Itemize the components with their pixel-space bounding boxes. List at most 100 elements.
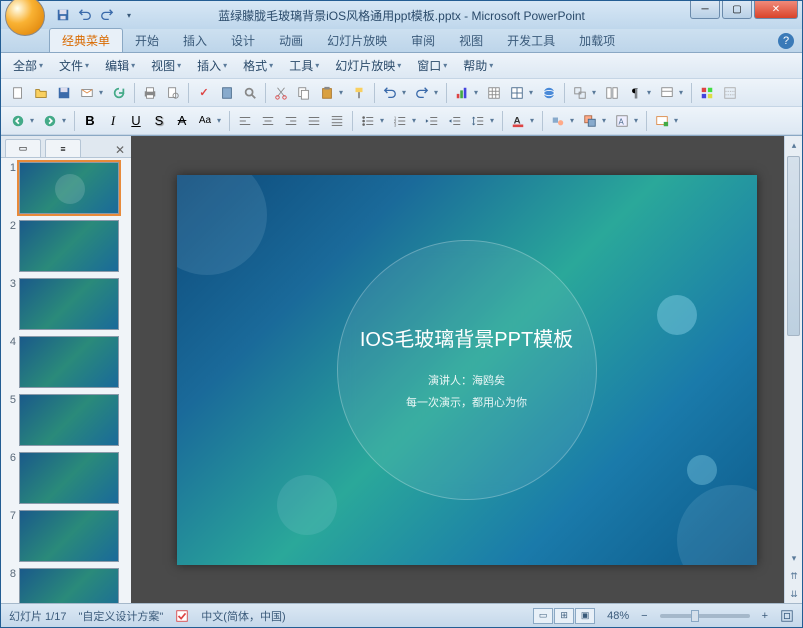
redo-icon[interactable]	[411, 82, 433, 104]
minimize-button[interactable]: ─	[690, 1, 720, 19]
slide-counter[interactable]: 幻灯片 1/17	[9, 608, 66, 624]
shapes-icon[interactable]	[547, 110, 569, 132]
tab-review[interactable]: 审阅	[399, 29, 447, 52]
zoom-slider[interactable]	[660, 614, 750, 618]
zoom-out-icon[interactable]: −	[641, 610, 647, 622]
align-left-icon[interactable]	[234, 110, 256, 132]
slide-thumbnail[interactable]: 7	[5, 510, 127, 562]
menu-file[interactable]: 文件▾	[53, 55, 95, 76]
menu-format[interactable]: 格式▾	[237, 55, 279, 76]
tab-developer[interactable]: 开发工具	[495, 29, 567, 52]
menu-view[interactable]: 视图▾	[145, 55, 187, 76]
slide-thumbnail[interactable]: 8	[5, 568, 127, 603]
strikethrough-icon[interactable]: A	[171, 110, 193, 132]
menu-insert[interactable]: 插入▾	[191, 55, 233, 76]
spellcheck-icon[interactable]: ✓	[193, 82, 215, 104]
bold-icon[interactable]: B	[79, 110, 101, 132]
format-painter-icon[interactable]	[348, 82, 370, 104]
slide-thumbnail[interactable]: 1	[5, 162, 127, 214]
forward-dropdown[interactable]: ▾	[62, 116, 70, 125]
tab-insert[interactable]: 插入	[171, 29, 219, 52]
shapes-dropdown[interactable]: ▾	[570, 116, 578, 125]
zoom-icon[interactable]	[656, 82, 678, 104]
menu-slideshow[interactable]: 幻灯片放映▾	[329, 55, 407, 76]
paste-icon[interactable]	[316, 82, 338, 104]
mail-icon[interactable]	[76, 82, 98, 104]
normal-view-icon[interactable]: ▭	[533, 608, 553, 624]
next-slide-icon[interactable]: ⇊	[785, 585, 802, 603]
theme-name[interactable]: "自定义设计方案"	[78, 608, 163, 624]
quick-styles-dropdown[interactable]: ▾	[634, 116, 642, 125]
slide-thumbnail[interactable]: 4	[5, 336, 127, 388]
group-icon[interactable]	[569, 82, 591, 104]
qat-dropdown-icon[interactable]: ▾	[119, 5, 139, 25]
outline-tab[interactable]: ≡	[45, 139, 81, 157]
font-color-dropdown[interactable]: ▾	[530, 116, 538, 125]
table-icon[interactable]	[483, 82, 505, 104]
help-icon[interactable]: ?	[778, 33, 794, 49]
forward-icon[interactable]	[39, 110, 61, 132]
showhide-dropdown[interactable]: ▾	[647, 88, 655, 97]
language-status[interactable]: 中文(简体，中国)	[201, 608, 285, 624]
fontcase-dropdown[interactable]: ▾	[217, 116, 225, 125]
menu-tools[interactable]: 工具▾	[283, 55, 325, 76]
scroll-thumb[interactable]	[787, 156, 800, 336]
tab-view[interactable]: 视图	[447, 29, 495, 52]
spellcheck-status-icon[interactable]	[175, 609, 189, 623]
back-dropdown[interactable]: ▾	[30, 116, 38, 125]
new-slide-dropdown[interactable]: ▾	[674, 116, 682, 125]
prev-slide-icon[interactable]: ⇈	[785, 567, 802, 585]
tab-classic[interactable]: 经典菜单	[49, 28, 123, 52]
scroll-up-icon[interactable]: ▴	[785, 136, 802, 154]
save-icon[interactable]	[53, 5, 73, 25]
bullets-dropdown[interactable]: ▾	[380, 116, 388, 125]
cut-icon[interactable]	[270, 82, 292, 104]
arrange-icon[interactable]	[579, 110, 601, 132]
menu-edit[interactable]: 编辑▾	[99, 55, 141, 76]
tab-animation[interactable]: 动画	[267, 29, 315, 52]
underline-icon[interactable]: U	[125, 110, 147, 132]
slides-tab[interactable]: ▭	[5, 139, 41, 157]
font-color-icon[interactable]: A	[507, 110, 529, 132]
line-spacing-dropdown[interactable]: ▾	[490, 116, 498, 125]
quick-styles-icon[interactable]: A	[611, 110, 633, 132]
new-icon[interactable]	[7, 82, 29, 104]
tab-design[interactable]: 设计	[219, 29, 267, 52]
vertical-scrollbar[interactable]: ▴ ▾ ⇈ ⇊	[784, 136, 802, 603]
slide-canvas[interactable]: IOS毛玻璃背景PPT模板 演讲人：海鸥矣 每一次演示，都用心为你	[177, 175, 757, 565]
align-center-icon[interactable]	[257, 110, 279, 132]
zoom-value[interactable]: 48%	[607, 610, 629, 622]
increase-indent-icon[interactable]	[421, 110, 443, 132]
tab-home[interactable]: 开始	[123, 29, 171, 52]
align-justify-icon[interactable]	[303, 110, 325, 132]
paste-dropdown[interactable]: ▾	[339, 88, 347, 97]
mail-dropdown[interactable]: ▾	[99, 88, 107, 97]
slide-presenter[interactable]: 演讲人：海鸥矣	[428, 372, 505, 388]
scroll-down-icon[interactable]: ▾	[785, 549, 802, 567]
search-icon[interactable]	[239, 82, 261, 104]
maximize-button[interactable]: ▢	[722, 1, 752, 19]
distribute-icon[interactable]	[326, 110, 348, 132]
save-icon[interactable]	[53, 82, 75, 104]
group-dropdown[interactable]: ▾	[592, 88, 600, 97]
italic-icon[interactable]: I	[102, 110, 124, 132]
print-preview-icon[interactable]	[162, 82, 184, 104]
menu-all[interactable]: 全部▾	[7, 55, 49, 76]
color-icon[interactable]	[696, 82, 718, 104]
redo-icon[interactable]	[97, 5, 117, 25]
numbering-dropdown[interactable]: ▾	[412, 116, 420, 125]
table2-dropdown[interactable]: ▾	[529, 88, 537, 97]
numbering-icon[interactable]: 123	[389, 110, 411, 132]
slide-thumbnail[interactable]: 2	[5, 220, 127, 272]
print-icon[interactable]	[139, 82, 161, 104]
arrange-dropdown[interactable]: ▾	[602, 116, 610, 125]
decrease-indent-icon[interactable]	[444, 110, 466, 132]
line-spacing-icon[interactable]	[467, 110, 489, 132]
slideshow-view-icon[interactable]: ▣	[575, 608, 595, 624]
table2-icon[interactable]	[506, 82, 528, 104]
menu-window[interactable]: 窗口▾	[411, 55, 453, 76]
tab-addins[interactable]: 加载项	[567, 29, 627, 52]
new-slide-icon[interactable]	[651, 110, 673, 132]
slide-title[interactable]: IOS毛玻璃背景PPT模板	[360, 323, 573, 352]
refresh-icon[interactable]	[108, 82, 130, 104]
